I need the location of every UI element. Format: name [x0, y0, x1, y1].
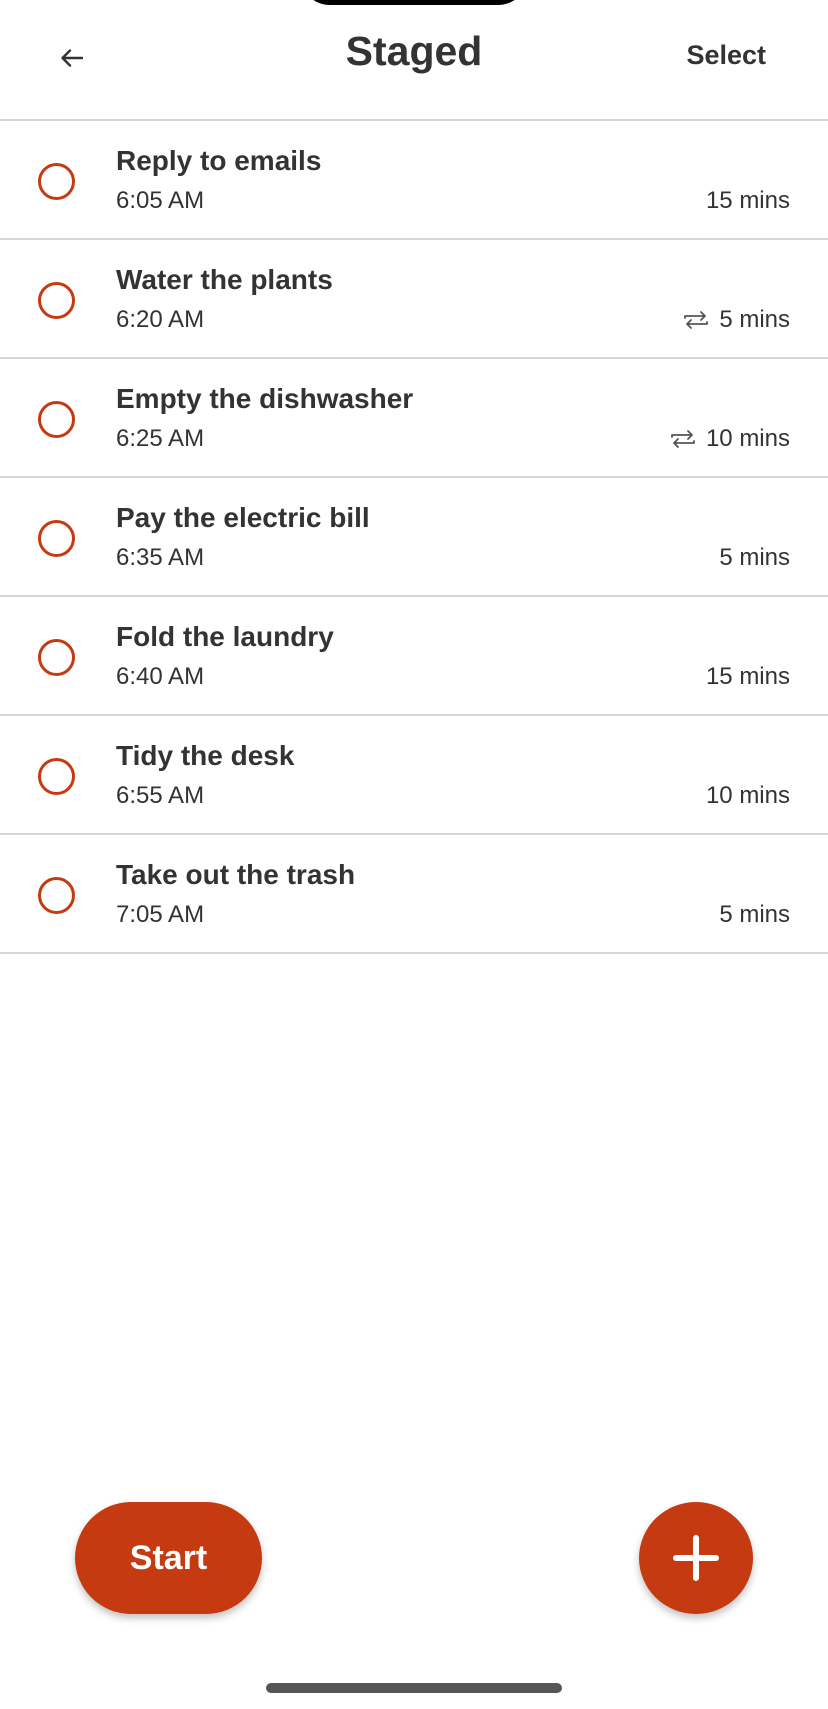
task-duration: 5 mins	[719, 901, 790, 928]
task-duration-group: 15 mins	[706, 187, 790, 215]
task-checkbox[interactable]	[38, 520, 75, 557]
task-time: 7:05 AM	[116, 901, 205, 928]
task-list: Reply to emails 6:05 AM 15 mins Water th…	[0, 121, 828, 954]
task-checkbox[interactable]	[38, 758, 75, 795]
task-time: 6:40 AM	[116, 663, 205, 690]
add-task-button[interactable]	[639, 1502, 753, 1614]
task-name: Water the plants	[116, 264, 333, 295]
select-button[interactable]: Select	[686, 40, 766, 71]
task-name: Take out the trash	[116, 859, 356, 890]
task-duration: 5 mins	[719, 306, 790, 333]
repeat-icon	[683, 309, 709, 331]
app-header: Staged Select	[0, 0, 828, 121]
task-time: 6:05 AM	[116, 187, 205, 214]
task-checkbox[interactable]	[38, 639, 75, 676]
task-checkbox[interactable]	[38, 282, 75, 319]
task-row[interactable]: Pay the electric bill 6:35 AM 5 mins	[0, 478, 828, 597]
task-time: 6:55 AM	[116, 782, 205, 809]
task-name: Reply to emails	[116, 145, 322, 176]
task-row[interactable]: Reply to emails 6:05 AM 15 mins	[0, 121, 828, 240]
task-time: 6:25 AM	[116, 425, 205, 452]
task-name: Fold the laundry	[116, 621, 334, 652]
task-row[interactable]: Take out the trash 7:05 AM 5 mins	[0, 835, 828, 954]
task-row[interactable]: Water the plants 6:20 AM 5 mins	[0, 240, 828, 359]
start-button[interactable]: Start	[75, 1502, 262, 1614]
task-duration-group: 15 mins	[706, 663, 790, 691]
task-duration-group: 10 mins	[670, 425, 790, 453]
task-name: Pay the electric bill	[116, 502, 370, 533]
task-row[interactable]: Fold the laundry 6:40 AM 15 mins	[0, 597, 828, 716]
home-indicator	[266, 1683, 562, 1693]
task-duration: 10 mins	[705, 425, 790, 452]
task-duration: 15 mins	[705, 663, 790, 690]
task-checkbox[interactable]	[38, 877, 75, 914]
task-time: 6:35 AM	[116, 544, 205, 571]
task-duration-group: 5 mins	[719, 544, 790, 572]
task-row[interactable]: Tidy the desk 6:55 AM 10 mins	[0, 716, 828, 835]
repeat-icon	[670, 428, 696, 450]
task-name: Tidy the desk	[116, 740, 295, 771]
task-row[interactable]: Empty the dishwasher 6:25 AM 10 mins	[0, 359, 828, 478]
task-duration-group: 10 mins	[706, 782, 790, 810]
task-duration: 15 mins	[705, 187, 790, 214]
plus-icon	[673, 1535, 719, 1581]
task-checkbox[interactable]	[38, 163, 75, 200]
task-duration-group: 5 mins	[719, 901, 790, 929]
task-name: Empty the dishwasher	[116, 383, 414, 414]
task-duration: 5 mins	[719, 544, 790, 571]
task-duration: 10 mins	[705, 782, 790, 809]
task-duration-group: 5 mins	[683, 306, 790, 334]
task-time: 6:20 AM	[116, 306, 205, 333]
task-checkbox[interactable]	[38, 401, 75, 438]
